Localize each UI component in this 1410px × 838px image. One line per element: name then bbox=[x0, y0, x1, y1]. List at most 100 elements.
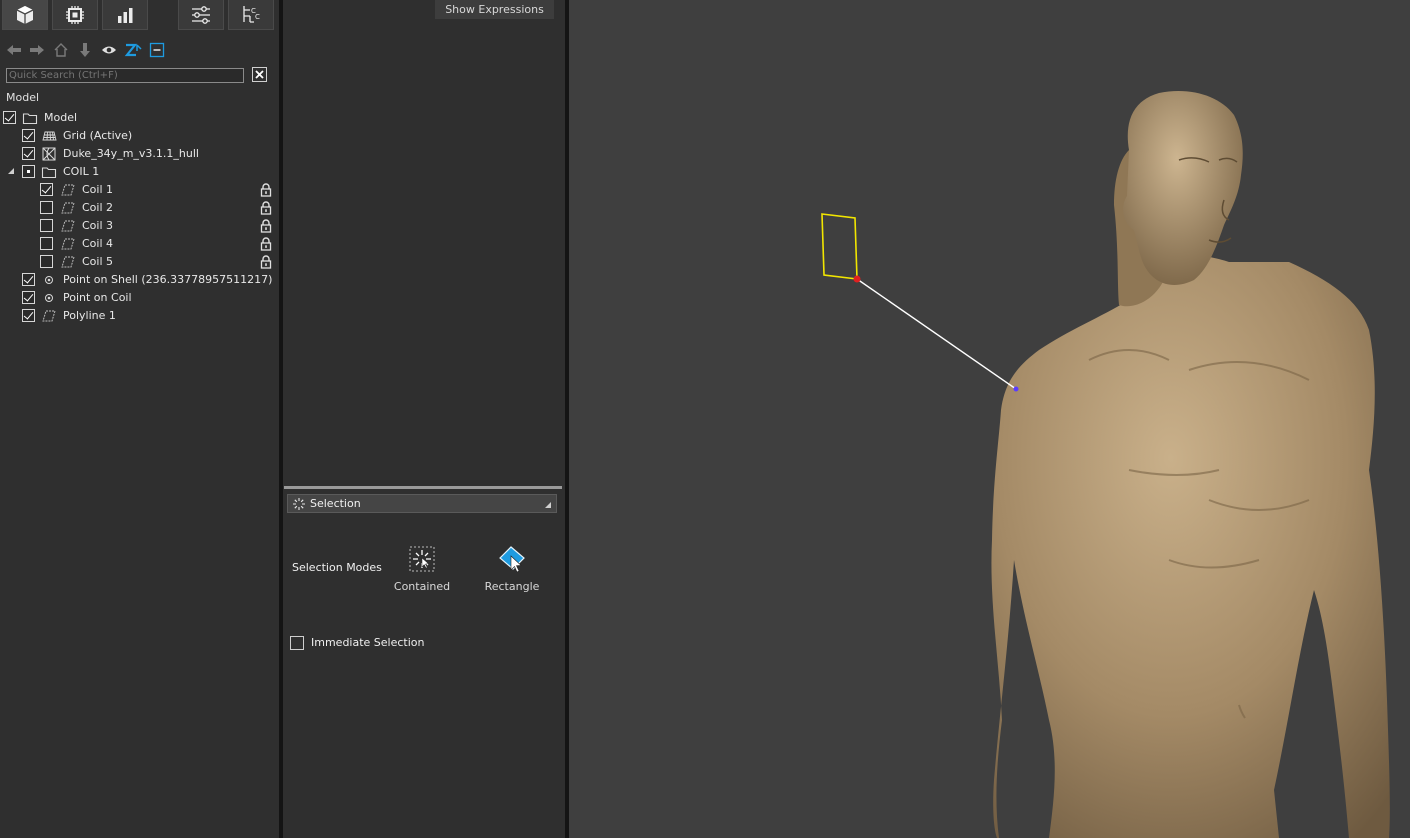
tree-row-duke-hull[interactable]: Duke_34y_m_v3.1.1_hull bbox=[0, 145, 279, 163]
polyline-icon bbox=[61, 202, 75, 214]
model-cube-icon bbox=[16, 5, 34, 24]
tree-row-coil-3[interactable]: Coil 3 bbox=[0, 217, 279, 235]
connecting-polyline[interactable] bbox=[856, 278, 1017, 390]
tree-header: Model bbox=[6, 91, 40, 104]
immediate-selection-checkbox[interactable] bbox=[290, 636, 304, 650]
selection-panel-splitter[interactable] bbox=[284, 486, 562, 489]
tab-model[interactable] bbox=[2, 0, 48, 30]
selection-modes-label: Selection Modes bbox=[292, 561, 382, 574]
tree-item-label: Coil 2 bbox=[82, 201, 114, 214]
tree-row-coil-5[interactable]: Coil 5 bbox=[0, 253, 279, 271]
expand-arrow-icon[interactable] bbox=[8, 168, 14, 174]
point-icon bbox=[45, 294, 53, 302]
tab-simulation[interactable] bbox=[52, 0, 98, 30]
clear-search-button[interactable] bbox=[252, 67, 267, 82]
tree-item-label: Point on Coil bbox=[63, 291, 132, 304]
point-on-shell-marker[interactable] bbox=[1013, 386, 1019, 392]
model-explorer-panel: C C Model Model Grid (Active) bbox=[0, 0, 279, 838]
polyline-icon bbox=[42, 310, 56, 322]
scene-canvas[interactable] bbox=[569, 0, 1410, 838]
z-sort-icon[interactable] bbox=[124, 41, 142, 59]
tree-checkbox[interactable] bbox=[40, 255, 53, 268]
grid-icon bbox=[42, 131, 57, 141]
folder-icon bbox=[41, 167, 57, 179]
quick-search-input[interactable] bbox=[6, 68, 244, 83]
bar-chart-icon bbox=[118, 7, 133, 23]
mesh-icon bbox=[42, 147, 56, 161]
polyline-icon bbox=[61, 256, 75, 268]
tree-checkbox[interactable] bbox=[40, 201, 53, 214]
coil-polyline[interactable] bbox=[821, 213, 858, 280]
tree-item-label: COIL 1 bbox=[63, 165, 100, 178]
tree-item-label: Polyline 1 bbox=[63, 309, 116, 322]
dropdown-arrow-icon bbox=[545, 502, 551, 508]
contained-selection-icon bbox=[409, 546, 435, 572]
lock-icon[interactable] bbox=[260, 219, 272, 233]
contained-mode-label: Contained bbox=[393, 580, 451, 593]
lock-icon[interactable] bbox=[260, 237, 272, 251]
sliders-icon bbox=[192, 5, 210, 24]
tree-checkbox[interactable] bbox=[22, 309, 35, 322]
rectangle-mode-button[interactable]: Rectangle bbox=[477, 545, 547, 593]
properties-panel bbox=[283, 0, 565, 838]
polyline-icon bbox=[61, 220, 75, 232]
lock-icon[interactable] bbox=[260, 183, 272, 197]
forward-arrow-icon[interactable] bbox=[28, 41, 46, 59]
collapse-icon[interactable] bbox=[148, 41, 166, 59]
rectangle-mode-label: Rectangle bbox=[484, 580, 540, 593]
tree-row-coil-1[interactable]: Coil 1 bbox=[0, 181, 279, 199]
tree-row-point-on-shell[interactable]: Point on Shell (236.33778957511217) bbox=[0, 271, 279, 289]
show-expressions-button[interactable]: Show Expressions bbox=[435, 0, 554, 19]
back-arrow-icon[interactable] bbox=[5, 41, 23, 59]
polyline-icon bbox=[61, 238, 75, 250]
tab-hierarchy[interactable]: C C bbox=[228, 0, 274, 30]
tree-checkbox[interactable] bbox=[22, 147, 35, 160]
human-body-model[interactable] bbox=[991, 91, 1390, 838]
folder-icon bbox=[22, 113, 38, 125]
down-arrow-icon[interactable] bbox=[76, 41, 94, 59]
selection-tool-dropdown[interactable]: Selection bbox=[287, 494, 557, 513]
hierarchy-icon: C C bbox=[243, 5, 260, 23]
tree-row-point-on-coil[interactable]: Point on Coil bbox=[0, 289, 279, 307]
tree-item-label: Grid (Active) bbox=[63, 129, 133, 142]
rectangle-selection-icon bbox=[499, 546, 525, 573]
selection-dropdown-label: Selection bbox=[310, 497, 361, 510]
chip-icon bbox=[66, 5, 84, 24]
tree-checkbox[interactable] bbox=[40, 219, 53, 232]
tree-checkbox[interactable] bbox=[22, 129, 35, 142]
eye-icon[interactable] bbox=[100, 41, 118, 59]
lock-icon[interactable] bbox=[260, 255, 272, 269]
tree-checkbox[interactable] bbox=[22, 273, 35, 286]
close-icon bbox=[255, 70, 264, 79]
tree-item-label: Coil 4 bbox=[82, 237, 114, 250]
tree-row-coil-4[interactable]: Coil 4 bbox=[0, 235, 279, 253]
immediate-selection-label: Immediate Selection bbox=[311, 636, 425, 649]
lock-icon[interactable] bbox=[260, 201, 272, 215]
tree-item-label: Duke_34y_m_v3.1.1_hull bbox=[63, 147, 199, 160]
tree-row-model[interactable]: Model bbox=[0, 109, 279, 127]
tree-checkbox[interactable] bbox=[22, 291, 35, 304]
point-icon bbox=[45, 276, 53, 284]
tree-item-label: Model bbox=[44, 111, 78, 124]
tree-row-polyline-1[interactable]: Polyline 1 bbox=[0, 307, 279, 325]
selection-icon bbox=[293, 498, 305, 510]
tree-row-coil-2[interactable]: Coil 2 bbox=[0, 199, 279, 217]
tree-item-label: Coil 3 bbox=[82, 219, 114, 232]
tree-item-label: Point on Shell (236.33778957511217) bbox=[63, 273, 273, 286]
3d-viewport[interactable] bbox=[569, 0, 1410, 838]
tree-checkbox[interactable] bbox=[40, 237, 53, 250]
tree-row-grid[interactable]: Grid (Active) bbox=[0, 127, 279, 145]
polyline-icon bbox=[61, 184, 75, 196]
tree-row-coil-group[interactable]: COIL 1 bbox=[0, 163, 279, 181]
svg-text:C: C bbox=[255, 13, 260, 21]
tree-checkbox[interactable] bbox=[22, 165, 35, 178]
point-on-coil-marker[interactable] bbox=[853, 275, 861, 283]
tree-checkbox[interactable] bbox=[40, 183, 53, 196]
tree-checkbox[interactable] bbox=[3, 111, 16, 124]
tree-item-label: Coil 1 bbox=[82, 183, 114, 196]
tab-settings[interactable] bbox=[178, 0, 224, 30]
tree-item-label: Coil 5 bbox=[82, 255, 114, 268]
contained-mode-button[interactable]: Contained bbox=[387, 545, 457, 593]
home-icon[interactable] bbox=[52, 41, 70, 59]
tab-analysis[interactable] bbox=[102, 0, 148, 30]
